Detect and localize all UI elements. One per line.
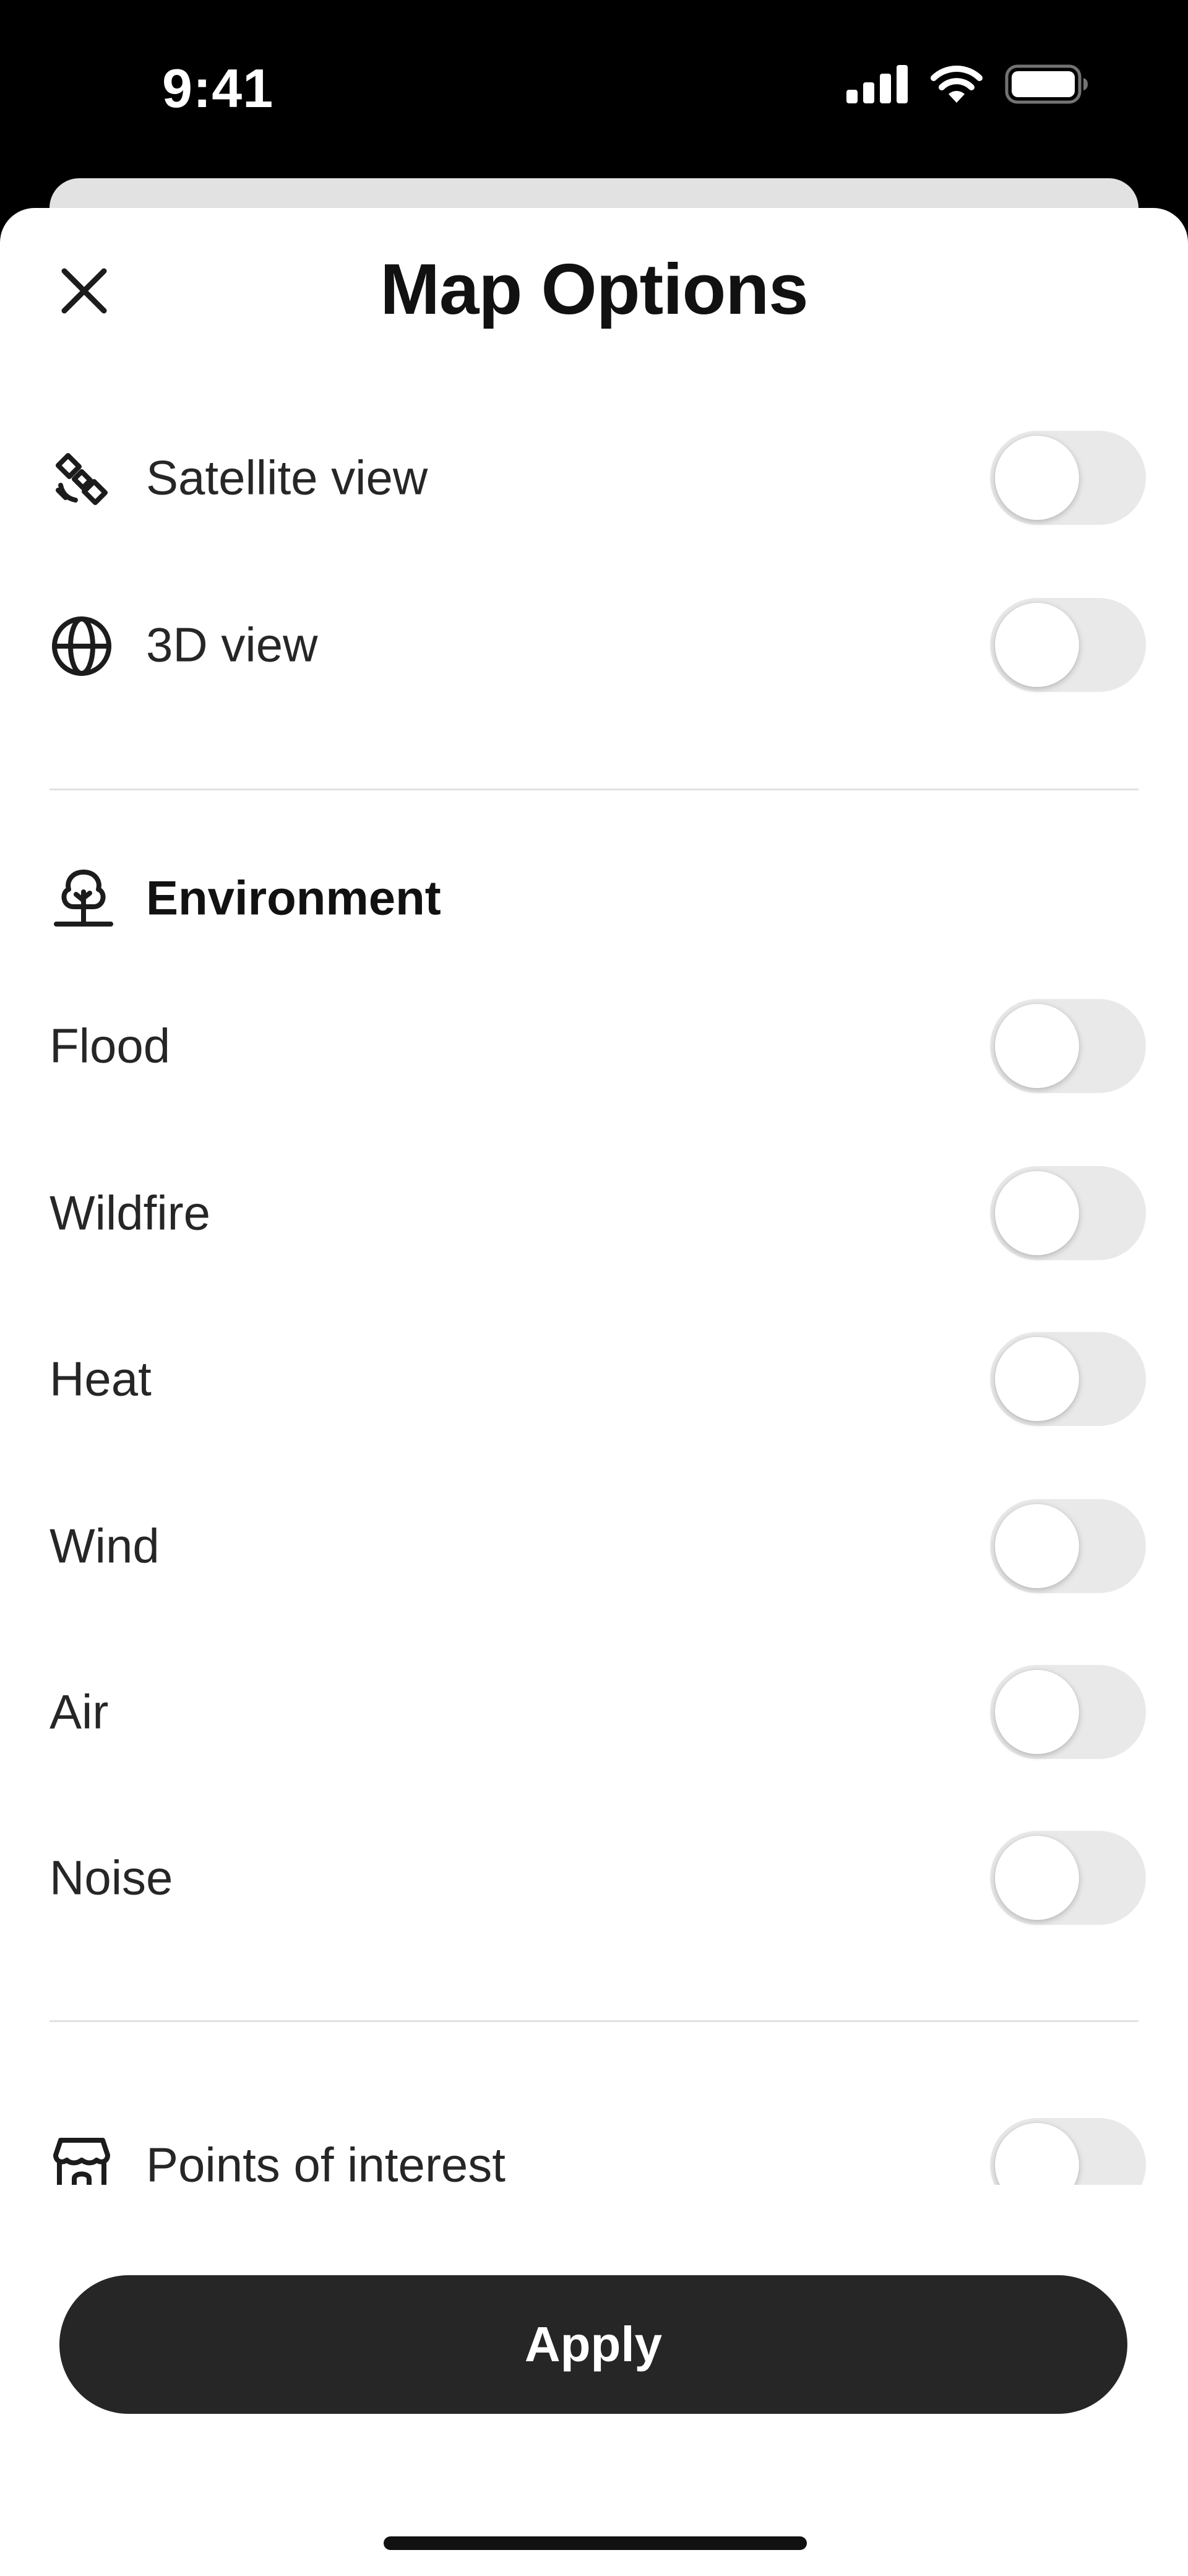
noise-row[interactable]: Noise [0,1828,1188,1927]
points-of-interest-label: Points of interest [146,2137,506,2185]
environment-title: Environment [146,870,441,925]
toggle-knob [995,1171,1079,1255]
tree-icon [50,864,118,932]
points-of-interest-row[interactable]: Points of interest [0,2116,1188,2185]
flood-row[interactable]: Flood [0,996,1188,1096]
wind-row[interactable]: Wind [0,1497,1188,1596]
wind-toggle[interactable] [990,1499,1146,1593]
points-of-interest-toggle[interactable] [990,2118,1146,2185]
satellite-view-label: Satellite view [146,450,428,505]
wildfire-row[interactable]: Wildfire [0,1164,1188,1263]
page-title: Map Options [380,249,808,329]
noise-toggle[interactable] [990,1831,1146,1925]
toggle-knob [995,436,1079,520]
wildfire-toggle[interactable] [990,1166,1146,1260]
satellite-icon [50,447,114,511]
toggle-knob [995,1504,1079,1588]
satellite-view-toggle[interactable] [990,431,1146,525]
wildfire-label: Wildfire [50,1185,211,1240]
toggle-knob [995,603,1079,687]
toggle-knob [995,1670,1079,1754]
air-label: Air [50,1684,109,1739]
toggle-knob [995,2123,1079,2185]
divider [50,2020,1138,2022]
flood-toggle[interactable] [990,999,1146,1093]
home-indicator [384,2536,807,2550]
air-row[interactable]: Air [0,1662,1188,1761]
apply-button[interactable]: Apply [59,2275,1127,2414]
toggle-knob [995,1836,1079,1920]
3d-view-label: 3D view [146,617,318,672]
scroll-content[interactable]: Map Options Satellite view 3D view Envir… [0,0,1188,2185]
globe-icon [50,614,114,678]
noise-label: Noise [50,1850,173,1905]
environment-section-header: Environment [0,858,1188,938]
flood-label: Flood [50,1018,171,1073]
3d-view-toggle[interactable] [990,598,1146,692]
air-toggle[interactable] [990,1665,1146,1759]
divider [50,789,1138,790]
store-icon [50,2134,114,2185]
heat-label: Heat [50,1351,152,1406]
heat-toggle[interactable] [990,1332,1146,1426]
toggle-knob [995,1004,1079,1088]
toggle-knob [995,1337,1079,1421]
3d-view-row[interactable]: 3D view [0,595,1188,694]
satellite-view-row[interactable]: Satellite view [0,428,1188,527]
heat-row[interactable]: Heat [0,1329,1188,1428]
wind-label: Wind [50,1518,160,1573]
